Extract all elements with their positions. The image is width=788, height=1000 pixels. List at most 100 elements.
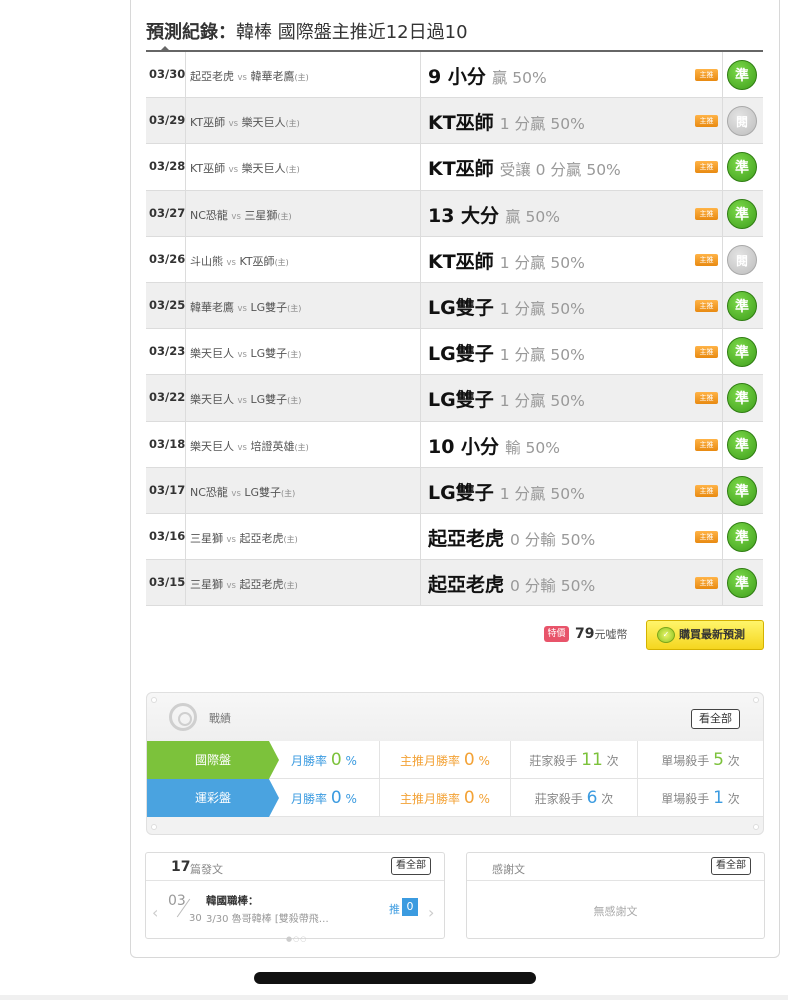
record-match[interactable]: 樂天巨人 vs 培證英雄(主) — [190, 438, 309, 454]
pick-team: KT巫師 — [428, 112, 494, 135]
stats-row-label[interactable]: 運彩盤 — [147, 779, 279, 817]
main-month-win-rate: 主推月勝率 0 % — [379, 741, 510, 779]
vs-label: vs — [237, 73, 247, 83]
target-icon — [169, 703, 197, 731]
record-row[interactable]: 03/27 NC恐龍 vs 三星獅(主) 13 大分贏 50% 主推準 — [146, 190, 763, 237]
record-row[interactable]: 03/22 樂天巨人 vs LG雙子(主) LG雙子 1 分贏 50% 主推準 — [146, 375, 763, 422]
record-pick: 13 大分贏 50% — [428, 201, 560, 228]
record-row[interactable]: 03/15 三星獅 vs 起亞老虎(主) 起亞老虎 0 分輸 50% 主推準 — [146, 560, 763, 607]
pick-detail: 1 分贏 50% — [499, 115, 585, 134]
record-match[interactable]: 起亞老虎 vs 韓華老鷹(主) — [190, 68, 309, 84]
record-row[interactable]: 03/23 樂天巨人 vs LG雙子(主) LG雙子 1 分贏 50% 主推準 — [146, 329, 763, 376]
pick-detail: 受讓 0 分贏 50% — [499, 161, 621, 180]
record-match[interactable]: 樂天巨人 vs LG雙子(主) — [190, 391, 301, 407]
result-badge: 準 — [727, 475, 757, 506]
team-away: KT巫師 — [190, 162, 226, 176]
record-row[interactable]: 03/17 NC恐龍 vs LG雙子(主) LG雙子 1 分贏 50% 主推準 — [146, 467, 763, 514]
record-match[interactable]: 韓華老鷹 vs LG雙子(主) — [190, 299, 301, 315]
record-match[interactable]: KT巫師 vs 樂天巨人(主) — [190, 114, 300, 130]
stats-header: 戰績 看全部 — [147, 693, 763, 741]
team-away: 樂天巨人 — [190, 347, 234, 361]
team-away: NC恐龍 — [190, 485, 228, 499]
divider — [420, 329, 421, 375]
record-match[interactable]: 斗山熊 vs KT巫師(主) — [190, 253, 289, 269]
result-badge: 準 — [727, 60, 757, 90]
record-row[interactable]: 03/28 KT巫師 vs 樂天巨人(主) KT巫師 受讓 0 分贏 50% 主推準 — [146, 144, 763, 191]
pick-team: LG雙子 — [428, 296, 494, 319]
record-pick: LG雙子 1 分贏 50% — [428, 339, 585, 366]
team-away: 樂天巨人 — [190, 393, 234, 407]
posts-see-all-button[interactable]: 看全部 — [391, 857, 431, 875]
prev-arrow-icon[interactable]: ‹ — [152, 903, 158, 922]
pick-detail: 贏 50% — [505, 207, 560, 226]
host-marker: (主) — [285, 119, 300, 129]
next-arrow-icon[interactable]: › — [428, 903, 434, 922]
vs-label: vs — [226, 534, 236, 545]
thanks-card: 感謝文 看全部 無感謝文 — [466, 852, 765, 939]
page-title: 預測紀錄：韓棒 國際盤主推近12日過10 — [146, 18, 468, 44]
record-row[interactable]: 03/18 樂天巨人 vs 培證英雄(主) 10 小分輸 50% 主推準 — [146, 421, 763, 468]
host-marker: (主) — [294, 442, 309, 452]
result-badge: 準 — [727, 383, 757, 414]
record-row[interactable]: 03/16 三星獅 vs 起亞老虎(主) 起亞老虎 0 分輸 50% 主推準 — [146, 513, 763, 561]
record-pick: LG雙子 1 分贏 50% — [428, 478, 585, 505]
record-row[interactable]: 03/25 韓華老鷹 vs LG雙子(主) LG雙子 1 分贏 50% 主推準 — [146, 282, 763, 330]
team-away: 樂天巨人 — [190, 439, 234, 453]
pick-team: 9 小分 — [428, 66, 486, 88]
divider — [420, 560, 421, 606]
post-title[interactable]: 韓國職棒： — [206, 893, 259, 908]
record-date: 03/27 — [149, 205, 186, 220]
pager-dots[interactable]: ●○○ — [286, 935, 307, 943]
stats-title: 戰績 — [209, 712, 231, 725]
record-match[interactable]: 三星獅 vs 起亞老虎(主) — [190, 530, 298, 546]
pick-detail: 1 分贏 50% — [499, 392, 585, 411]
team-away: 三星獅 — [190, 531, 223, 545]
buy-latest-prediction-button[interactable]: ✓ 購買最新預測 — [646, 620, 764, 650]
single-killer-count: 單場殺手 1 次 — [637, 779, 763, 817]
record-pick: KT巫師 1 分贏 50% — [428, 247, 585, 274]
divider — [185, 98, 186, 144]
vs-label: vs — [237, 350, 247, 361]
team-home: LG雙子 — [250, 393, 288, 407]
divider — [420, 467, 421, 513]
divider — [420, 282, 421, 329]
stats-row-label[interactable]: 國際盤 — [147, 741, 279, 779]
left-gutter — [0, 0, 130, 1000]
record-row[interactable]: 03/30 起亞老虎 vs 韓華老鷹(主) 9 小分贏 50% 主推準 — [146, 52, 763, 99]
post-excerpt[interactable]: 3/30 魯哥韓棒 [雙殺帶飛… — [206, 910, 329, 925]
posts-count: 17 — [171, 859, 191, 875]
record-match[interactable]: 樂天巨人 vs LG雙子(主) — [190, 345, 301, 361]
main-pick-tag: 主推 — [695, 484, 718, 497]
host-marker: (主) — [281, 488, 296, 498]
result-badge: 準 — [727, 152, 757, 183]
no-thanks-message: 無感謝文 — [593, 905, 638, 918]
record-match[interactable]: NC恐龍 vs LG雙子(主) — [190, 484, 295, 500]
record-row[interactable]: 03/29 KT巫師 vs 樂天巨人(主) KT巫師 1 分贏 50% 主推閱 — [146, 98, 763, 145]
team-away: 韓華老鷹 — [190, 300, 234, 314]
divider — [420, 52, 421, 98]
divider — [722, 421, 723, 467]
home-indicator[interactable] — [254, 972, 536, 984]
record-match[interactable]: NC恐龍 vs 三星獅(主) — [190, 207, 292, 223]
thanks-see-all-button[interactable]: 看全部 — [711, 857, 751, 875]
record-date: 03/17 — [149, 482, 186, 497]
record-pick: LG雙子 1 分贏 50% — [428, 385, 585, 412]
record-pick: KT巫師 1 分贏 50% — [428, 108, 585, 135]
stats-see-all-button[interactable]: 看全部 — [691, 709, 740, 729]
stats-row-international: 國際盤 月勝率 0 % 主推月勝率 0 % 莊家殺手 11 次 單場殺手 5 次 — [147, 741, 763, 779]
team-home: 韓華老鷹 — [250, 70, 295, 83]
divider — [185, 329, 186, 375]
team-away: 起亞老虎 — [190, 70, 234, 83]
record-match[interactable]: KT巫師 vs 樂天巨人(主) — [190, 160, 300, 176]
main-pick-tag: 主推 — [695, 161, 718, 174]
team-away: 斗山熊 — [190, 254, 223, 268]
team-home: 起亞老虎 — [239, 578, 284, 592]
host-marker: (主) — [287, 350, 302, 360]
pick-detail: 1 分贏 50% — [499, 484, 585, 503]
divider — [420, 98, 421, 144]
record-match[interactable]: 三星獅 vs 起亞老虎(主) — [190, 576, 298, 592]
divider — [722, 513, 723, 560]
record-date: 03/28 — [149, 159, 186, 174]
team-away: NC恐龍 — [190, 208, 228, 222]
record-row[interactable]: 03/26 斗山熊 vs KT巫師(主) KT巫師 1 分贏 50% 主推閱 — [146, 236, 763, 283]
